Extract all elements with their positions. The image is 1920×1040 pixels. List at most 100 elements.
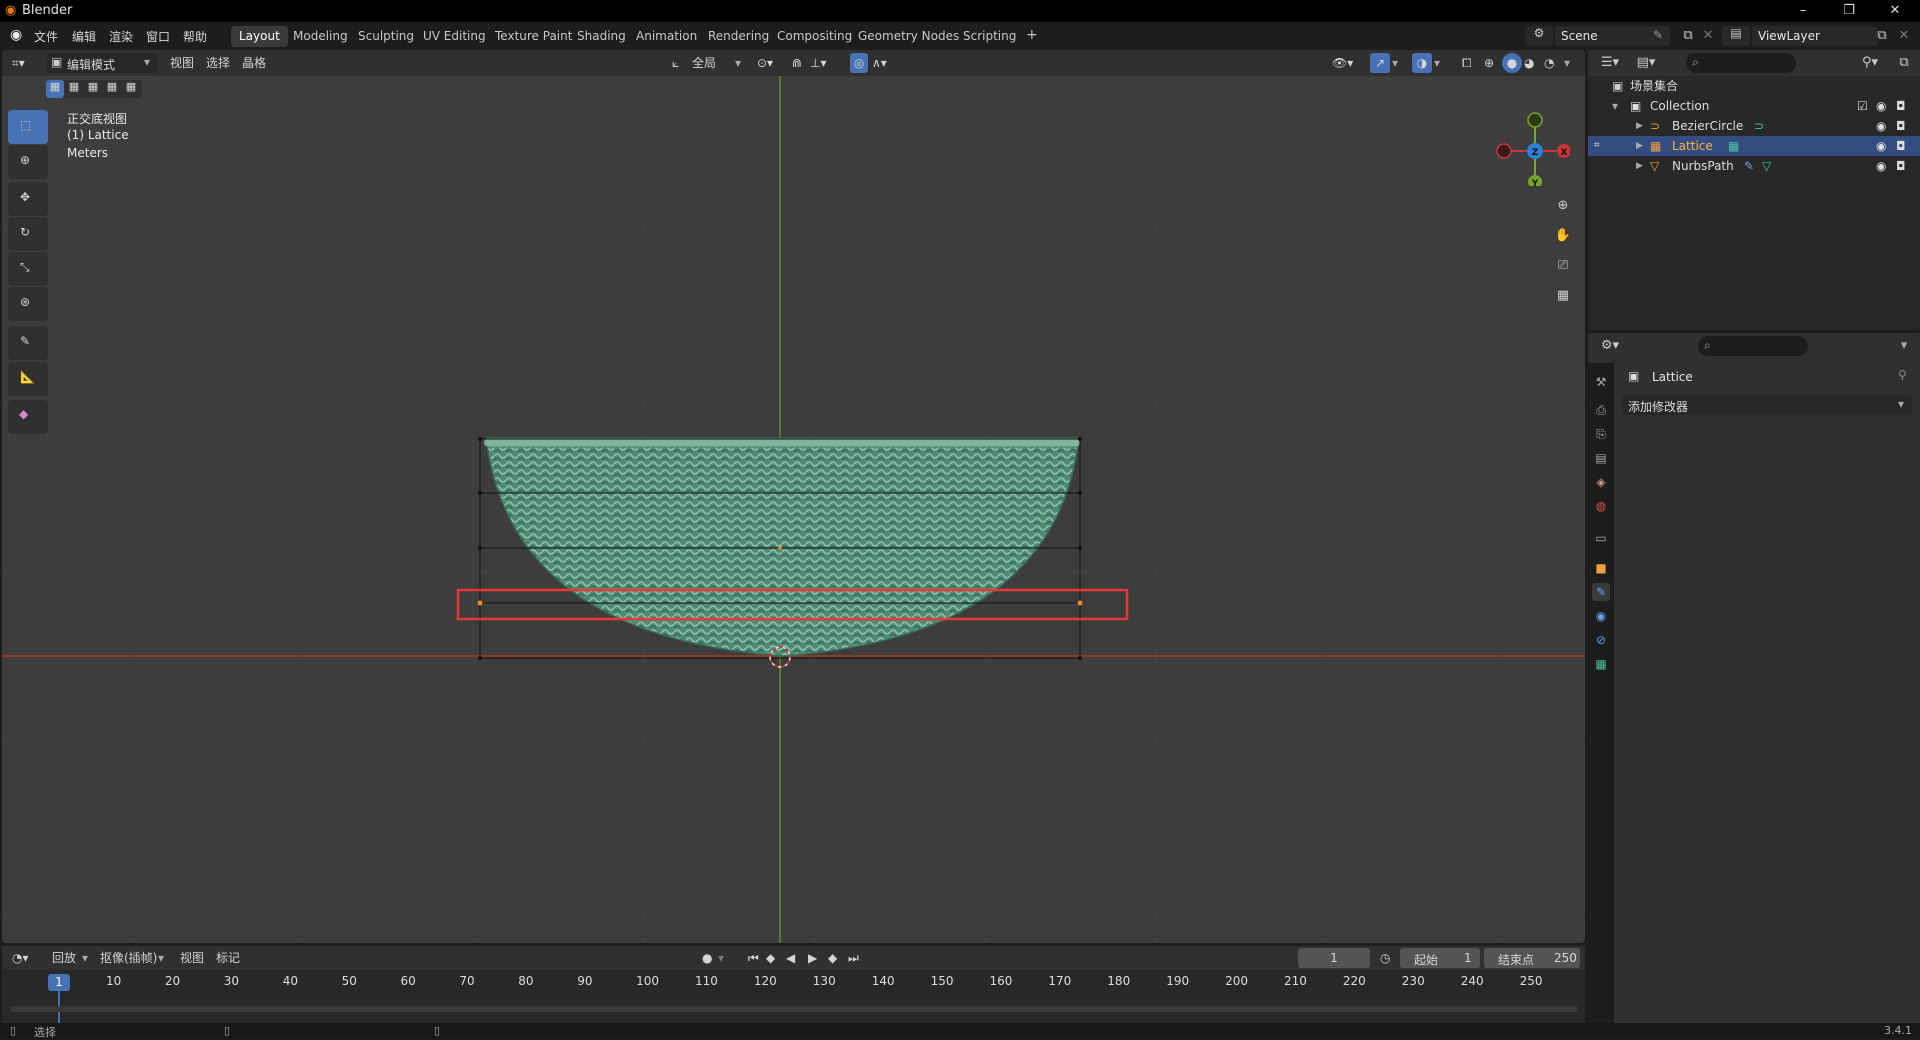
- tab-rendering[interactable]: Rendering: [700, 26, 777, 47]
- pivot-icon[interactable]: ⊙▾: [757, 53, 773, 73]
- rendered-shading-icon[interactable]: ◔: [1544, 53, 1554, 73]
- expand-right-icon[interactable]: ▶: [1636, 116, 1643, 136]
- gizmo-neg-y[interactable]: [1527, 112, 1543, 128]
- pan-hand-icon[interactable]: ✋: [1553, 226, 1573, 246]
- wireframe-shading-icon[interactable]: ⊕: [1484, 53, 1494, 73]
- current-frame-field[interactable]: 1: [1298, 948, 1370, 968]
- snap-target-icon[interactable]: ⊥▾: [810, 53, 826, 73]
- 3d-viewport[interactable]: ⌗▾ ▣ 编辑模式 ▾ 视图 选择 晶格 ⟀ 全局 ▾ ⊙▾ ⋒ ⊥▾ ◎ ∧▾…: [2, 50, 1585, 943]
- scene-browse-icon[interactable]: ⚙: [1525, 26, 1553, 46]
- menu-keying[interactable]: 抠像(插帧): [100, 948, 157, 968]
- new-view-layer-icon[interactable]: ⧉: [1872, 26, 1892, 46]
- physics-tab-icon[interactable]: ◉: [1592, 607, 1610, 625]
- lattice-data-tab-icon[interactable]: ▦: [1592, 655, 1610, 673]
- eye-icon[interactable]: ◉: [1876, 96, 1886, 116]
- gizmo-dropdown-icon[interactable]: ▾: [1392, 53, 1398, 73]
- menu-select[interactable]: 选择: [206, 53, 230, 73]
- camera-render-icon[interactable]: ◘: [1896, 156, 1906, 176]
- tab-shading[interactable]: Shading: [569, 26, 634, 47]
- display-mode-icon[interactable]: ▤▾: [1636, 53, 1656, 73]
- eye-icon[interactable]: ◉: [1876, 156, 1886, 176]
- jump-end-icon[interactable]: ⏭: [848, 948, 859, 968]
- measure-tool[interactable]: 📐: [8, 362, 48, 396]
- pin-icon[interactable]: ⚲: [1898, 368, 1907, 382]
- expand-right-icon[interactable]: ▶: [1636, 136, 1643, 156]
- end-frame-field[interactable]: 结束点 250: [1484, 948, 1580, 968]
- menu-render[interactable]: 渲染: [109, 28, 133, 45]
- blender-menu-icon[interactable]: ◉: [10, 27, 22, 43]
- record-icon[interactable]: ●: [702, 948, 712, 968]
- perspective-grid-icon[interactable]: ▦: [1553, 286, 1573, 306]
- menu-view[interactable]: 视图: [170, 53, 194, 73]
- material-shading-icon[interactable]: ◕: [1524, 53, 1534, 73]
- close-window-button[interactable]: ✕: [1872, 0, 1918, 22]
- outliner-scene-collection[interactable]: ▣ 场景集合: [1588, 76, 1920, 96]
- scene-field[interactable]: Scene ✎: [1555, 26, 1670, 46]
- solid-shading-icon[interactable]: ●: [1502, 53, 1522, 73]
- menu-edit[interactable]: 编辑: [72, 28, 96, 45]
- xray-icon[interactable]: ⧠: [1462, 53, 1472, 73]
- scale-tool[interactable]: ⤡: [8, 252, 48, 286]
- proportional-edit-icon[interactable]: ◎: [850, 53, 868, 73]
- camera-render-icon[interactable]: ◘: [1896, 116, 1906, 136]
- camera-render-icon[interactable]: ◘: [1896, 136, 1906, 156]
- select-invert-icon[interactable]: ▦: [103, 80, 121, 98]
- select-box-tool[interactable]: ⬚: [8, 110, 48, 144]
- filter-icon[interactable]: ⚲▾: [1860, 53, 1880, 73]
- menu-view-timeline[interactable]: 视图: [180, 948, 204, 968]
- tool-tab-icon[interactable]: ⚒: [1592, 373, 1610, 391]
- tab-sculpting[interactable]: Sculpting: [350, 26, 422, 47]
- timeline-editor-icon[interactable]: ◔▾: [12, 948, 29, 968]
- expand-down-icon[interactable]: ▾: [1612, 96, 1618, 116]
- play-reverse-icon[interactable]: ◀: [786, 948, 795, 968]
- menu-playback[interactable]: 回放: [52, 948, 76, 968]
- object-tab-icon[interactable]: ■: [1592, 559, 1610, 577]
- add-modifier-dropdown[interactable]: 添加修改器 ▾: [1622, 395, 1912, 415]
- delete-view-layer-icon[interactable]: ✕: [1894, 26, 1914, 46]
- new-scene-icon[interactable]: ⧉: [1678, 26, 1698, 46]
- play-icon[interactable]: ▶: [808, 948, 817, 968]
- shading-dropdown-icon[interactable]: ▾: [1564, 53, 1570, 73]
- select-intersect-icon[interactable]: ▦: [122, 80, 140, 98]
- record-chevron-icon[interactable]: ▾: [718, 948, 724, 968]
- cursor-tool[interactable]: ⊕: [8, 145, 48, 179]
- navigation-gizmo[interactable]: Y X Z: [1490, 106, 1570, 186]
- view-layer-browse-icon[interactable]: ▤: [1722, 26, 1750, 46]
- menu-file[interactable]: 文件: [34, 28, 58, 45]
- modifier-tab-icon[interactable]: ✎: [1592, 583, 1610, 601]
- tab-animation[interactable]: Animation: [628, 26, 705, 47]
- tab-compositing[interactable]: Compositing: [769, 26, 860, 47]
- menu-help[interactable]: 帮助: [183, 28, 207, 45]
- overlay-dropdown-icon[interactable]: ▾: [1434, 53, 1440, 73]
- timeline-ruler[interactable]: 1 10 20 30 40 50 60 70 80 90 100 110 120 130 140 150 16…: [2, 970, 1585, 1023]
- properties-search-input[interactable]: ⌕: [1698, 336, 1808, 356]
- transform-tool[interactable]: ⊛: [8, 287, 48, 321]
- jump-start-icon[interactable]: ⏮: [748, 948, 759, 968]
- falloff-icon[interactable]: ∧▾: [872, 53, 887, 73]
- add-workspace-button[interactable]: +: [1018, 24, 1046, 45]
- timeline-scrollbar[interactable]: [10, 1006, 1578, 1012]
- maximize-button[interactable]: ❐: [1826, 0, 1872, 22]
- visibility-icon[interactable]: 👁▾: [1332, 53, 1353, 73]
- view-layer-field[interactable]: ViewLayer: [1752, 26, 1878, 46]
- overlay-toggle-icon[interactable]: ◑: [1412, 53, 1432, 73]
- outliner-item-beziercircle[interactable]: ▶ ⊃ BezierCircle ⊃ ◉ ◘: [1588, 116, 1920, 136]
- edit-mode-indicator-icon[interactable]: ⌗: [1594, 136, 1600, 156]
- prev-keyframe-icon[interactable]: ◆: [766, 948, 775, 968]
- camera-render-icon[interactable]: ◘: [1896, 96, 1906, 116]
- annotate-tool[interactable]: ✎: [8, 326, 48, 360]
- new-collection-icon[interactable]: ⧉: [1894, 53, 1914, 73]
- rotate-tool[interactable]: ↻: [8, 217, 48, 251]
- outliner-collection[interactable]: ▾ ▣ Collection ☑ ◉ ◘: [1588, 96, 1920, 116]
- zoom-icon[interactable]: ⊕: [1553, 196, 1573, 216]
- gizmo-neg-x[interactable]: [1496, 143, 1512, 159]
- tab-scripting[interactable]: Scripting: [955, 26, 1024, 47]
- properties-editor-icon[interactable]: ⚙▾: [1600, 336, 1620, 356]
- menu-lattice[interactable]: 晶格: [242, 53, 266, 73]
- expand-right-icon[interactable]: ▶: [1636, 156, 1643, 176]
- orientation-dropdown[interactable]: 全局: [692, 53, 716, 73]
- minimize-button[interactable]: –: [1780, 0, 1826, 22]
- menu-marker[interactable]: 标记: [216, 948, 240, 968]
- camera-icon[interactable]: ⎚: [1553, 256, 1573, 276]
- pin-icon[interactable]: ✎: [1653, 28, 1663, 42]
